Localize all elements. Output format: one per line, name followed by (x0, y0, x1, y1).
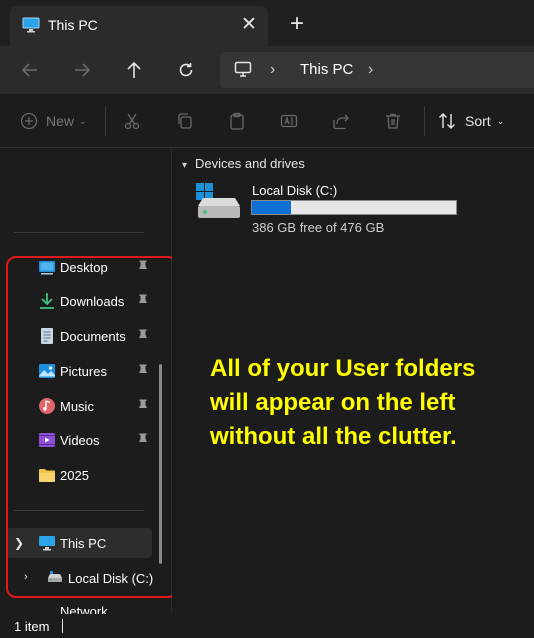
drive-free-space: 386 GB free of 476 GB (252, 220, 385, 235)
paste-button[interactable] (228, 108, 246, 134)
group-title: Devices and drives (195, 156, 305, 171)
monitor-icon (234, 61, 252, 82)
chevron-down-icon: ⌄ (79, 115, 87, 126)
rename-button[interactable] (280, 108, 298, 134)
item-count: 1 item (14, 619, 50, 634)
annotation-line: without all the clutter. (210, 423, 457, 450)
tab-title: This PC (48, 17, 98, 33)
copy-button[interactable] (176, 108, 194, 134)
navigation-bar: › This PC › (0, 46, 534, 94)
arrow-left-icon (21, 63, 37, 77)
new-label: New (46, 113, 75, 129)
cut-button[interactable] (123, 108, 141, 134)
command-separator (105, 106, 106, 136)
scissors-icon (124, 113, 140, 130)
drive-local-disk[interactable]: Local Disk (C:) 386 GB free of 476 GB (194, 178, 484, 238)
trash-icon (386, 113, 400, 129)
annotation-highlight-box (6, 256, 178, 598)
delete-button[interactable] (384, 108, 402, 134)
status-divider (62, 619, 63, 633)
drive-name: Local Disk (C:) (252, 183, 338, 198)
close-tab-button[interactable]: ✕ (236, 13, 262, 37)
arrow-right-icon (75, 63, 91, 77)
status-bar: 1 item (0, 614, 534, 638)
drive-usage-fill (252, 201, 291, 214)
sort-label: Sort (465, 113, 491, 129)
sidebar-separator (14, 232, 144, 233)
monitor-icon (22, 17, 40, 38)
chevron-down-icon: ⌄ (496, 115, 505, 126)
back-button[interactable] (14, 54, 46, 86)
refresh-icon (179, 63, 193, 77)
tab-this-pc[interactable]: This PC ✕ (10, 6, 268, 46)
copy-icon (178, 113, 192, 129)
annotation-line: All of your User folders (210, 355, 476, 382)
share-icon (333, 114, 349, 130)
up-button[interactable] (118, 54, 150, 86)
title-bar: This PC ✕ + (0, 0, 534, 46)
chevron-down-icon: ▾ (182, 160, 188, 171)
arrow-up-icon (127, 61, 141, 78)
plus-circle-icon (20, 112, 38, 130)
new-button[interactable]: New ⌄ (20, 108, 87, 134)
annotation-text: All of your User folders will appear on … (210, 352, 530, 454)
breadcrumb-this-pc[interactable]: This PC (300, 61, 353, 78)
breadcrumb-separator[interactable]: › (270, 61, 275, 79)
address-bar[interactable]: › This PC › (220, 52, 534, 88)
annotation-line: will appear on the left (210, 389, 456, 416)
refresh-button[interactable] (170, 54, 202, 86)
group-header-devices[interactable]: ▾ Devices and drives (182, 156, 305, 171)
sort-icon (439, 113, 455, 129)
new-tab-button[interactable]: + (284, 12, 310, 38)
sort-button[interactable]: Sort ⌄ (438, 108, 504, 134)
command-bar: New ⌄ Sort ⌄ (0, 94, 534, 148)
breadcrumb-separator[interactable]: › (368, 61, 373, 79)
rename-icon (280, 114, 298, 128)
command-separator (424, 106, 425, 136)
forward-button[interactable] (66, 54, 98, 86)
drive-icon (196, 183, 240, 218)
share-button[interactable] (332, 108, 350, 134)
drive-usage-bar (251, 200, 457, 215)
clipboard-icon (230, 112, 244, 130)
